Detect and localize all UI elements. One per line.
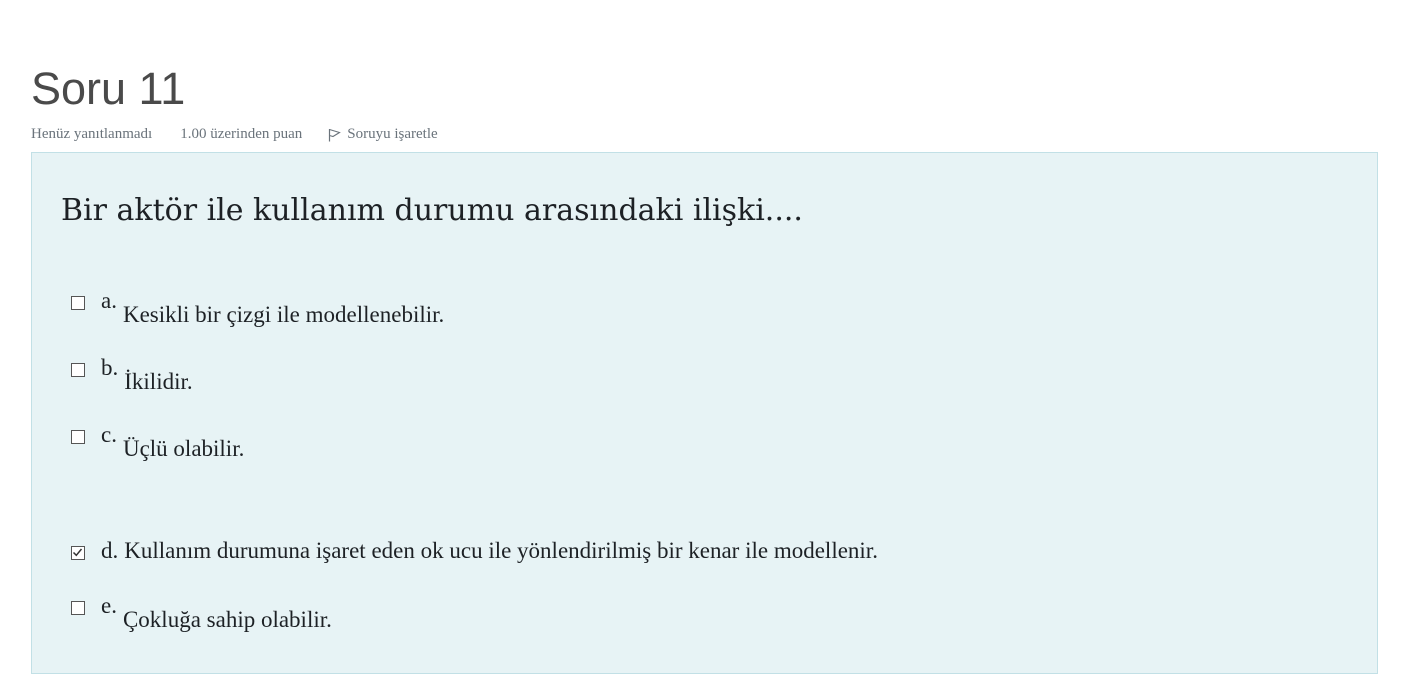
answer-option-b[interactable]: b. İkilidir. [71,356,193,394]
option-text: Üçlü olabilir. [122,436,245,461]
answer-option-e[interactable]: e. Çokluğa sahip olabilir. [71,594,332,632]
question-grade: 1.00 üzerinden puan [180,126,303,142]
option-letter: a. [101,288,117,313]
option-checkbox-d[interactable] [71,546,85,560]
flag-question-label: Soruyu işaretle [347,126,438,142]
flag-icon [329,128,342,141]
answer-option-d[interactable]: d. Kullanım durumuna işaret eden ok ucu … [71,539,878,563]
question-info: Henüz yanıtlanmadı 1.00 üzerinden puan S… [31,126,438,143]
option-checkbox-c[interactable] [71,430,85,444]
option-text: Kesikli bir çizgi ile modellenebilir. [122,302,445,327]
option-letter: d. [101,538,119,563]
option-checkbox-e[interactable] [71,601,85,615]
answer-option-a[interactable]: a. Kesikli bir çizgi ile modellenebilir. [71,289,444,327]
flag-question-link[interactable]: Soruyu işaretle [328,126,438,143]
question-text: Bir aktör ile kullanım durumu arasındaki… [61,193,803,228]
question-title: Soru 11 [31,63,186,114]
option-text: İkilidir. [124,369,193,394]
check-icon [72,548,83,557]
option-text: Çokluğa sahip olabilir. [122,607,332,632]
option-checkbox-a[interactable] [71,296,85,310]
answer-option-c[interactable]: c. Üçlü olabilir. [71,423,244,461]
option-text: Kullanım durumuna işaret eden ok ucu ile… [124,538,878,563]
option-checkbox-b[interactable] [71,363,85,377]
option-letter: b. [101,355,119,380]
answer-status: Henüz yanıtlanmadı [31,126,153,142]
option-letter: c. [101,422,117,447]
question-box: Bir aktör ile kullanım durumu arasındaki… [31,152,1378,674]
option-letter: e. [101,593,117,618]
